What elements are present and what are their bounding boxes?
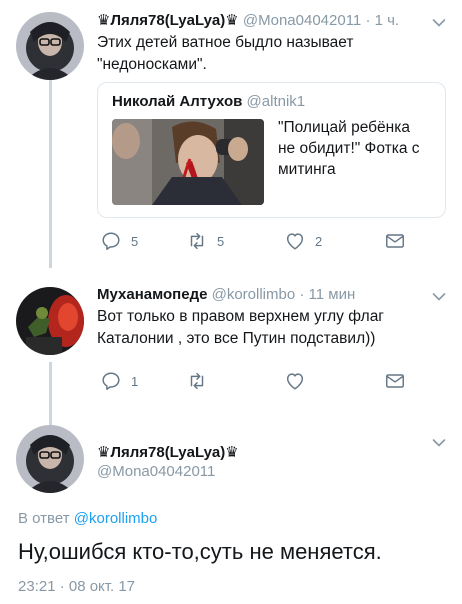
tweet-actions: 1: [100, 370, 420, 394]
heart-icon: [284, 370, 306, 392]
tweet-header: ♛Ляля78(LyaLya)♛ @Mona04042011 · 1 ч.: [97, 11, 399, 29]
display-name[interactable]: ♛Ляля78(LyaLya)♛: [97, 443, 239, 461]
quoted-text-line: "Полицай ребёнка: [278, 119, 410, 136]
thread-line-middle: [49, 362, 52, 428]
main-tweet-text: Ну,ошибся кто-то,суть не меняется.: [18, 539, 382, 564]
quoted-text-line: не обидит!" Фотка с: [278, 140, 420, 157]
retweet-icon: [186, 230, 208, 252]
reply-button[interactable]: 1: [100, 370, 138, 392]
tweet-header: Муханамопеде @korollimbo · 11 мин: [97, 286, 355, 303]
reply-button[interactable]: 5: [100, 230, 138, 252]
avatar[interactable]: [16, 12, 84, 80]
like-button[interactable]: [284, 370, 306, 392]
separator-dot: ·: [299, 286, 309, 303]
chevron-down-icon[interactable]: [432, 292, 446, 302]
reply-context: В ответ @korollimbo: [18, 510, 157, 527]
dm-button[interactable]: [384, 370, 406, 392]
retweet-count: 5: [217, 233, 225, 249]
envelope-icon: [384, 230, 406, 252]
heart-icon: [284, 230, 306, 252]
display-name[interactable]: Муханамопеде: [97, 286, 207, 303]
tweet-text-line: Этих детей ватное быдло называет: [97, 34, 354, 51]
like-button[interactable]: 2: [284, 230, 322, 252]
retweet-button[interactable]: 5: [186, 230, 224, 252]
separator-dot: ·: [365, 12, 375, 29]
reply-handle-link[interactable]: @korollimbo: [74, 510, 158, 527]
handle[interactable]: @Mona04042011: [97, 463, 215, 480]
tweet-text-line: "недоносками".: [97, 56, 207, 73]
quoted-display-name: Николай Алтухов: [112, 93, 243, 110]
quoted-tweet[interactable]: Николай Алтухов @altnik1 "Полицай ребёнк…: [97, 82, 446, 218]
avatar[interactable]: [16, 287, 84, 355]
chevron-down-icon[interactable]: [432, 18, 446, 28]
tweet-text-line: Каталонии , это все Путин подставил)): [97, 330, 376, 347]
timestamp[interactable]: 11 мин: [309, 286, 356, 303]
chevron-down-icon[interactable]: [432, 438, 446, 448]
tweet-text-line: Вот только в правом верхнем углу флаг: [97, 308, 384, 325]
quoted-photo[interactable]: [112, 119, 264, 205]
reply-count: 1: [131, 373, 139, 389]
reply-icon: [100, 230, 122, 252]
timestamp[interactable]: 1 ч.: [375, 12, 400, 29]
tweet-actions: 5 5 2: [100, 230, 420, 254]
reply-icon: [100, 370, 122, 392]
dm-button[interactable]: [384, 230, 406, 252]
envelope-icon: [384, 370, 406, 392]
handle[interactable]: @Mona04042011: [243, 12, 361, 29]
tweet-text: Этих детей ватное быдло называет "недоно…: [97, 32, 354, 76]
main-tweet-timestamp[interactable]: 23:21 · 08 окт. 17: [18, 578, 135, 595]
display-name[interactable]: ♛Ляля78(LyaLya)♛: [97, 12, 239, 29]
retweet-icon: [186, 370, 208, 392]
avatar[interactable]: [16, 425, 84, 493]
quoted-tweet-text: "Полицай ребёнка не обидит!" Фотка с мит…: [278, 117, 438, 180]
quoted-tweet-header: Николай Алтухов @altnik1: [112, 93, 305, 110]
tweet-text: Вот только в правом верхнем углу флаг Ка…: [97, 306, 384, 350]
reply-prefix: В ответ: [18, 510, 70, 527]
retweet-button[interactable]: [186, 370, 208, 392]
quoted-handle: @altnik1: [246, 93, 306, 110]
reply-count: 5: [131, 233, 139, 249]
quoted-text-line: митинга: [278, 161, 336, 178]
handle[interactable]: @korollimbo: [212, 286, 296, 303]
thread-line-top: [49, 80, 52, 268]
like-count: 2: [315, 233, 323, 249]
